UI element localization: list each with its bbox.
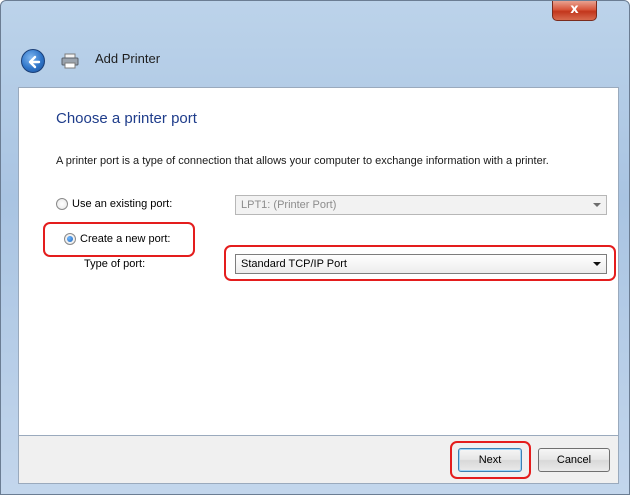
printer-icon [61, 53, 79, 69]
existing-port-select[interactable]: LPT1: (Printer Port) [235, 195, 607, 215]
close-icon: x [570, 2, 579, 17]
port-type-label: Type of port: [84, 258, 146, 270]
wizard-header: Add Printer [9, 35, 623, 87]
cancel-button[interactable]: Cancel [538, 448, 610, 472]
page-description: A printer port is a type of connection t… [56, 155, 549, 167]
wizard-footer: Next Cancel [18, 436, 619, 484]
existing-port-value: LPT1: (Printer Port) [241, 199, 337, 211]
add-printer-window: x Add Printer Choose a printer port A pr… [0, 0, 630, 495]
wizard-title: Add Printer [95, 51, 161, 66]
title-bar: x [1, 1, 630, 31]
new-port-highlight [43, 222, 195, 257]
back-button[interactable] [21, 49, 45, 73]
port-type-highlight [224, 245, 616, 281]
chevron-down-icon [593, 203, 601, 207]
existing-port-option[interactable]: Use an existing port: [56, 198, 172, 210]
close-button[interactable]: x [552, 1, 597, 21]
cancel-button-label: Cancel [556, 454, 592, 466]
back-arrow-icon [28, 55, 41, 69]
page-heading: Choose a printer port [56, 110, 197, 127]
existing-port-label: Use an existing port: [72, 198, 173, 210]
wizard-content: Choose a printer port A printer port is … [18, 87, 619, 436]
next-highlight [450, 441, 531, 479]
existing-port-radio[interactable] [56, 198, 68, 210]
